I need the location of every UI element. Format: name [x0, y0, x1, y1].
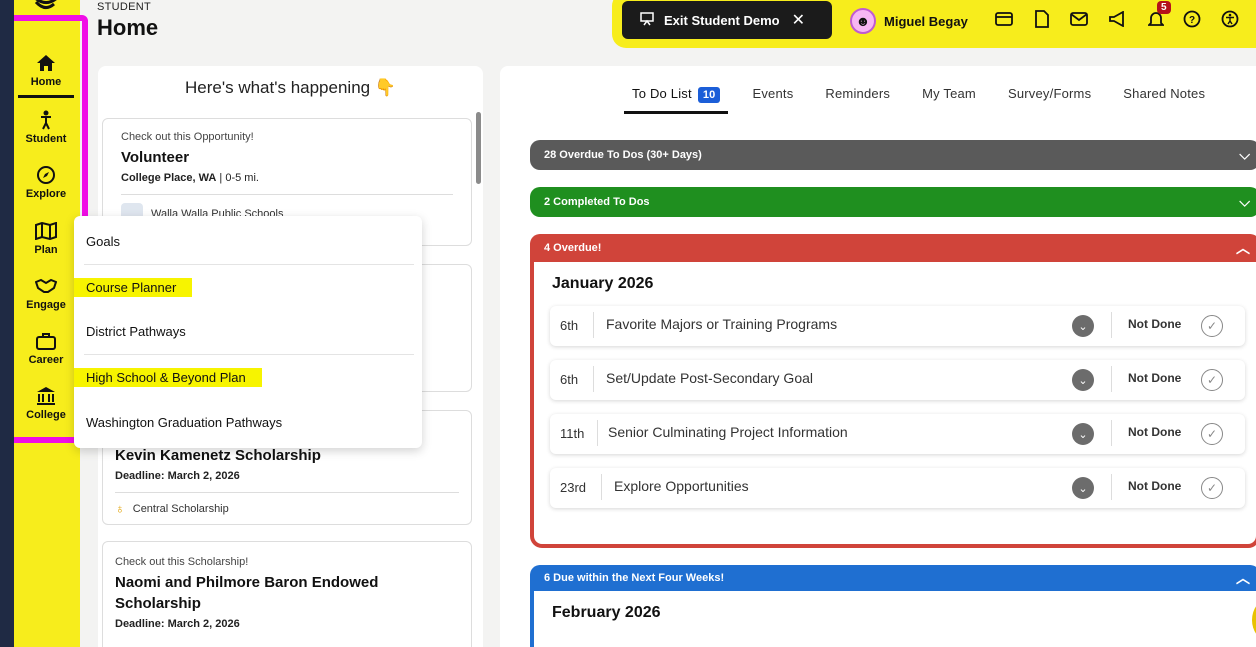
- exit-demo-label: Exit Student Demo: [664, 12, 780, 28]
- card-deadline: Deadline: March 2, 2026: [115, 470, 240, 482]
- overdue-section-header[interactable]: 4 Overdue! ︿: [530, 234, 1256, 262]
- section-label: 2 Completed To Dos: [544, 196, 650, 208]
- checkmark-icon[interactable]: ✓: [1201, 423, 1223, 445]
- card-org: Central Scholarship: [132, 502, 229, 515]
- card-kicker: Check out this Scholarship!: [115, 556, 249, 568]
- row-divider: [1111, 474, 1112, 500]
- scholarship-card[interactable]: Check out this Scholarship! Naomi and Ph…: [102, 541, 472, 647]
- tab-reminders[interactable]: Reminders: [817, 84, 898, 114]
- accessibility-icon[interactable]: [1220, 9, 1240, 29]
- card-divider: [121, 194, 453, 195]
- bell-icon[interactable]: 5: [1146, 1, 1171, 29]
- user-menu[interactable]: ☻ Miguel Begay: [850, 8, 968, 34]
- document-icon[interactable]: [1032, 9, 1052, 29]
- row-divider: [1111, 312, 1112, 338]
- todo-title: Explore Opportunities: [614, 478, 749, 494]
- happening-title: Here's what's happening 👇: [185, 78, 396, 97]
- todo-day: 6th: [560, 372, 579, 387]
- card-title: Volunteer: [121, 149, 190, 166]
- row-divider: [1111, 420, 1112, 446]
- todo-title: Favorite Majors or Training Programs: [606, 316, 838, 332]
- todo-day: 23rd: [560, 480, 587, 495]
- chevron-down-icon[interactable]: ⌄: [1072, 423, 1094, 445]
- todo-day: 11th: [560, 426, 585, 441]
- todo-row[interactable]: 6th Set/Update Post-Secondary Goal ⌄ Not…: [550, 360, 1245, 400]
- todo-row[interactable]: 6th Favorite Majors or Training Programs…: [550, 306, 1245, 346]
- tab-to-do-list[interactable]: To Do List 10: [624, 84, 729, 114]
- svg-text:?: ?: [1189, 15, 1195, 26]
- user-name: Miguel Begay: [884, 13, 968, 29]
- menu-item-hsbp[interactable]: High School & Beyond Plan: [74, 355, 422, 399]
- month-heading: January 2026: [552, 275, 654, 292]
- todo-title: Senior Culminating Project Information: [608, 424, 848, 440]
- card-divider: [115, 492, 459, 493]
- todo-count-badge: 10: [697, 87, 721, 103]
- megaphone-icon[interactable]: [1107, 9, 1127, 29]
- card-deadline: Deadline: March 2, 2026: [115, 618, 240, 630]
- close-icon: ✕: [791, 12, 805, 29]
- todo-title: Set/Update Post-Secondary Goal: [606, 370, 814, 386]
- row-divider: [597, 420, 598, 446]
- plan-dropdown-menu: Goals Course Planner District Pathways H…: [74, 216, 422, 448]
- todo-row[interactable]: 11th Senior Culminating Project Informat…: [550, 414, 1245, 454]
- section-label: 4 Overdue!: [544, 242, 602, 254]
- checkmark-icon[interactable]: ✓: [1201, 315, 1223, 337]
- card-footer: ♁ Central Scholarship: [115, 501, 459, 516]
- row-divider: [593, 312, 594, 338]
- money-bag-icon: ♁: [115, 501, 125, 516]
- mail-icon[interactable]: [1069, 9, 1089, 29]
- help-icon[interactable]: ?: [1182, 9, 1202, 29]
- tab-my-team[interactable]: My Team: [914, 84, 984, 114]
- card-kicker: Check out this Opportunity!: [121, 131, 254, 143]
- chevron-down-icon[interactable]: ⌄: [1072, 369, 1094, 391]
- avatar: ☻: [850, 8, 876, 34]
- chevron-up-icon: ︿: [1236, 240, 1250, 256]
- due-soon-section-header[interactable]: 6 Due within the Next Four Weeks! ︿: [530, 565, 1256, 591]
- overdue-30-section-header[interactable]: 28 Overdue To Dos (30+ Days) ⌵: [530, 140, 1256, 170]
- chevron-down-icon: ⌵: [1239, 193, 1250, 210]
- checkmark-icon[interactable]: ✓: [1201, 477, 1223, 499]
- checkmark-icon[interactable]: ✓: [1201, 369, 1223, 391]
- menu-item-course-planner[interactable]: Course Planner: [74, 265, 422, 309]
- todo-row[interactable]: 23rd Explore Opportunities ⌄ Not Done ✓: [550, 468, 1245, 508]
- tab-events[interactable]: Events: [744, 84, 801, 114]
- chevron-down-icon[interactable]: ⌄: [1072, 315, 1094, 337]
- page-title: Home: [97, 15, 159, 40]
- menu-item-wa-graduation-pathways[interactable]: Washington Graduation Pathways: [74, 400, 422, 444]
- presentation-icon: [640, 11, 654, 29]
- month-heading: February 2026: [552, 604, 661, 621]
- left-nav: Home Student Explore Plan Engage Career …: [14, 0, 88, 647]
- chevron-down-icon: ⌵: [1239, 146, 1250, 163]
- page-section-label: STUDENT: [97, 1, 152, 13]
- wallet-icon[interactable]: [994, 9, 1014, 29]
- todo-status: Not Done: [1128, 371, 1182, 385]
- chevron-down-icon[interactable]: ⌄: [1072, 477, 1094, 499]
- completed-section-header[interactable]: 2 Completed To Dos ⌵: [530, 187, 1256, 217]
- scrollbar[interactable]: [476, 112, 481, 184]
- todo-tabs: To Do List 10 Events Reminders My Team Su…: [624, 84, 1213, 114]
- exit-student-demo-button[interactable]: Exit Student Demo ✕: [622, 1, 832, 39]
- card-location: College Place, WA | 0-5 mi.: [121, 172, 259, 184]
- todo-day: 6th: [560, 318, 579, 333]
- app-frame: Home Student Explore Plan Engage Career …: [14, 0, 1256, 647]
- row-divider: [601, 474, 602, 500]
- section-label: 6 Due within the Next Four Weeks!: [544, 572, 725, 584]
- section-label: 28 Overdue To Dos (30+ Days): [544, 149, 702, 161]
- todo-status: Not Done: [1128, 479, 1182, 493]
- todo-status: Not Done: [1128, 425, 1182, 439]
- menu-item-district-pathways[interactable]: District Pathways: [74, 309, 422, 353]
- chevron-up-icon: ︿: [1236, 570, 1250, 586]
- tab-survey-forms[interactable]: Survey/Forms: [1000, 84, 1099, 114]
- tab-shared-notes[interactable]: Shared Notes: [1115, 84, 1213, 114]
- row-divider: [1111, 366, 1112, 392]
- menu-item-goals[interactable]: Goals: [74, 219, 422, 263]
- todo-status: Not Done: [1128, 317, 1182, 331]
- notification-count-badge: 5: [1157, 1, 1171, 14]
- card-title: Kevin Kamenetz Scholarship: [115, 447, 321, 464]
- card-title: Naomi and Philmore Baron Endowed Scholar…: [115, 574, 379, 612]
- row-divider: [593, 366, 594, 392]
